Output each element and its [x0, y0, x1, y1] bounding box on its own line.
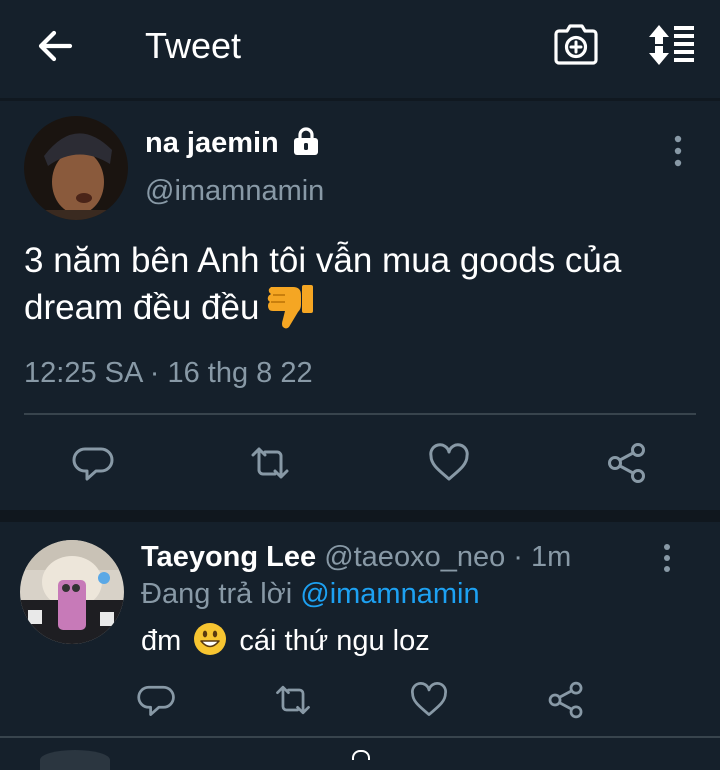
reply-header: Taeyong Lee @taeoxo_neo · 1m — [141, 538, 571, 576]
reply-reply-icon[interactable] — [136, 679, 182, 725]
next-reply-lock-icon — [352, 750, 370, 760]
avatar[interactable] — [24, 116, 128, 220]
reply-author-name[interactable]: Taeyong Lee — [141, 541, 316, 573]
replying-to-prefix: Đang trả lời — [141, 578, 293, 610]
reply-share-icon[interactable] — [545, 679, 591, 725]
smiling-face-emoji-icon — [193, 622, 227, 656]
replying-to-mention[interactable]: @imamnamin — [300, 578, 479, 610]
section-divider — [0, 510, 720, 522]
back-arrow-icon[interactable] — [34, 24, 78, 68]
reply-text-start: đm — [141, 625, 182, 657]
tweet-timestamp[interactable]: 12:25 SA · 16 thg 8 22 — [24, 354, 313, 392]
divider — [0, 736, 720, 738]
thumbs-down-emoji-icon — [265, 283, 315, 331]
author-handle[interactable]: @imamnamin — [145, 172, 324, 210]
page-title: Tweet — [145, 25, 242, 66]
share-icon[interactable] — [604, 440, 650, 486]
reply-text: đm cái thứ ngu loz — [141, 621, 430, 661]
reply-icon[interactable] — [71, 440, 117, 486]
top-app-bar: Tweet — [0, 0, 720, 98]
like-icon[interactable] — [426, 440, 472, 486]
camera-plus-icon[interactable] — [553, 22, 599, 68]
reply-time: 1m — [531, 541, 572, 573]
topbar-divider — [0, 98, 720, 101]
reply-retweet-icon[interactable] — [272, 679, 318, 725]
more-options-icon[interactable] — [664, 132, 692, 170]
reply-separator: · — [513, 541, 523, 573]
reply-avatar[interactable] — [20, 540, 124, 644]
reply-author-handle[interactable]: @taeoxo_neo — [324, 541, 505, 573]
next-reply-avatar[interactable] — [40, 750, 110, 770]
retweet-icon[interactable] — [247, 440, 293, 486]
divider — [24, 413, 696, 415]
reply-more-options-icon[interactable] — [654, 541, 680, 577]
reply-text-end: cái thứ ngu loz — [239, 625, 430, 657]
replying-to: Đang trả lời @imamnamin — [141, 575, 480, 613]
reply-like-icon[interactable] — [408, 679, 454, 725]
sort-arrows-icon[interactable] — [645, 22, 697, 68]
tweet-text: 3 năm bên Anh tôi vẫn mua goods của drea… — [24, 238, 704, 331]
tweet-text-content: 3 năm bên Anh tôi vẫn mua goods của drea… — [24, 241, 622, 327]
lock-icon — [292, 126, 320, 156]
author-name[interactable]: na jaemin — [145, 124, 279, 162]
